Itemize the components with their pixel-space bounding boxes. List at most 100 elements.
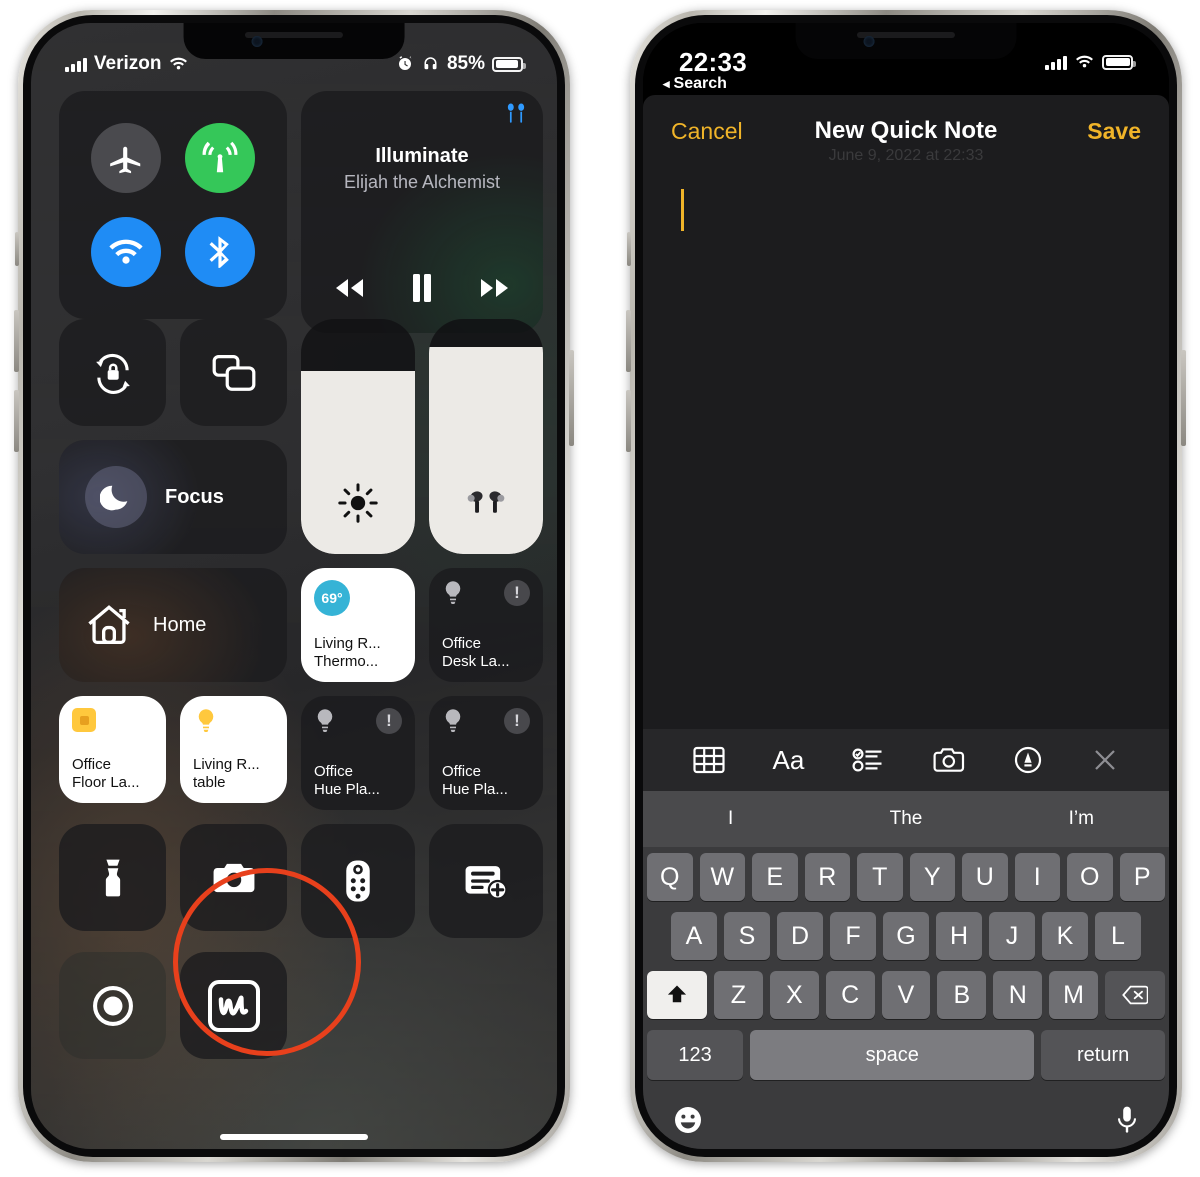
key-e[interactable]: E (752, 853, 798, 901)
space-key[interactable]: space (750, 1030, 1035, 1080)
wifi-button[interactable] (91, 217, 161, 287)
accessory-office-hue-play-2[interactable]: ! Office Hue Pla... (429, 696, 543, 810)
rotation-lock-button[interactable] (59, 319, 166, 426)
format-tool[interactable]: Aa (773, 745, 805, 776)
battery-percent-label: 85% (446, 53, 485, 74)
key-l[interactable]: L (1095, 912, 1141, 960)
moon-icon (100, 485, 128, 511)
left-iphone-device: Verizon 85% Illuminate Elijah the Alchem… (14, 10, 574, 1162)
power-button[interactable] (1181, 350, 1186, 446)
brightness-icon-wrap (301, 482, 415, 524)
mute-switch[interactable] (15, 232, 19, 266)
key-x[interactable]: X (769, 971, 819, 1019)
volume-slider[interactable] (429, 319, 543, 554)
screen-mirroring-button[interactable] (180, 319, 287, 426)
key-q[interactable]: Q (647, 853, 693, 901)
key-v[interactable]: V (881, 971, 931, 1019)
camera-button[interactable] (180, 824, 287, 931)
numbers-key[interactable]: 123 (647, 1030, 744, 1080)
key-o[interactable]: O (1067, 853, 1113, 901)
now-playing-tile[interactable]: Illuminate Elijah the Alchemist (301, 91, 543, 333)
key-a[interactable]: A (671, 912, 717, 960)
key-j[interactable]: J (989, 912, 1035, 960)
accessory-office-hue-play-1[interactable]: ! Office Hue Pla... (301, 696, 415, 810)
keyboard-bottom-bar (647, 1091, 1165, 1149)
cellular-bars-icon (65, 57, 87, 72)
key-f[interactable]: F (830, 912, 876, 960)
checklist-icon[interactable] (852, 746, 884, 774)
table-icon[interactable] (693, 746, 725, 774)
key-p[interactable]: P (1119, 853, 1165, 901)
key-b[interactable]: B (937, 971, 987, 1019)
connectivity-tile[interactable] (59, 91, 287, 319)
key-t[interactable]: T (857, 853, 903, 901)
bulb-icon-wrap (442, 708, 464, 739)
prediction-1[interactable]: The (818, 808, 993, 830)
key-z[interactable]: Z (714, 971, 763, 1019)
volume-up-button[interactable] (626, 310, 631, 372)
bulb-icon (317, 709, 333, 732)
key-h[interactable]: H (936, 912, 982, 960)
key-k[interactable]: K (1042, 912, 1088, 960)
key-m[interactable]: M (1049, 971, 1099, 1019)
accessory-office-floor-lamp[interactable]: Office Floor La... (59, 696, 166, 803)
rotation-lock-icon (95, 353, 130, 394)
volume-up-button[interactable] (14, 310, 19, 372)
keyboard-row-2: A S D F G H J K L (647, 912, 1165, 960)
cancel-button[interactable]: Cancel (671, 118, 743, 145)
save-button[interactable]: Save (1087, 118, 1141, 145)
return-key[interactable]: return (1041, 1030, 1165, 1080)
back-to-search-button[interactable]: ◂ Search (663, 75, 727, 93)
accessory-living-room-table[interactable]: Living R... table (180, 696, 287, 803)
apple-tv-remote-button[interactable] (301, 824, 415, 938)
pause-icon[interactable] (410, 273, 434, 303)
quick-note-button[interactable] (180, 952, 287, 1059)
media-controls (332, 273, 512, 303)
key-s[interactable]: S (724, 912, 770, 960)
shift-key[interactable] (647, 971, 707, 1019)
bluetooth-button[interactable] (185, 217, 255, 287)
markup-pen-icon[interactable] (1013, 746, 1043, 774)
brightness-slider[interactable] (301, 319, 415, 554)
accessory-label: Living R... table (193, 756, 260, 791)
key-y[interactable]: Y (909, 853, 955, 901)
key-r[interactable]: R (804, 853, 850, 901)
close-icon[interactable] (1091, 746, 1119, 774)
mute-switch[interactable] (627, 232, 631, 266)
flashlight-button[interactable] (59, 824, 166, 931)
flashlight-icon (105, 859, 120, 896)
emoji-smiley-icon[interactable] (673, 1105, 703, 1135)
backspace-key[interactable] (1105, 971, 1166, 1019)
power-button[interactable] (569, 350, 574, 446)
key-n[interactable]: N (993, 971, 1043, 1019)
quick-note-shortcut-button[interactable] (429, 824, 543, 938)
right-phone-screen: 22:33 ◂ Search Cancel New Quick Note Sav… (643, 23, 1169, 1149)
key-g[interactable]: G (883, 912, 929, 960)
volume-down-button[interactable] (626, 390, 631, 452)
key-i[interactable]: I (1014, 853, 1060, 901)
back-label: Search (673, 75, 727, 92)
fast-forward-icon[interactable] (478, 275, 512, 301)
airplane-mode-button[interactable] (91, 123, 161, 193)
accessory-living-room-thermostat[interactable]: 69° Living R... Thermo... (301, 568, 415, 682)
focus-button[interactable]: Focus (59, 440, 287, 554)
key-w[interactable]: W (699, 853, 745, 901)
prediction-0[interactable]: I (643, 808, 818, 830)
key-d[interactable]: D (777, 912, 823, 960)
home-indicator[interactable] (220, 1134, 368, 1140)
volume-down-button[interactable] (14, 390, 19, 452)
audio-route-button[interactable] (503, 100, 529, 131)
keyboard-area: Aa I The I’m Q W E R T Y U I O P A S D F… (643, 729, 1169, 1149)
rewind-icon[interactable] (332, 275, 366, 301)
home-app-button[interactable]: Home (59, 568, 287, 682)
accessory-office-desk-lamp[interactable]: ! Office Desk La... (429, 568, 543, 682)
cellular-data-button[interactable] (185, 123, 255, 193)
microphone-icon[interactable] (1115, 1105, 1139, 1135)
prediction-2[interactable]: I’m (994, 808, 1169, 830)
track-title: Illuminate (375, 145, 469, 167)
key-u[interactable]: U (962, 853, 1008, 901)
key-c[interactable]: C (825, 971, 875, 1019)
track-artist: Elijah the Alchemist (343, 172, 501, 192)
screen-recording-button[interactable] (59, 952, 166, 1059)
camera-icon[interactable] (932, 746, 966, 774)
